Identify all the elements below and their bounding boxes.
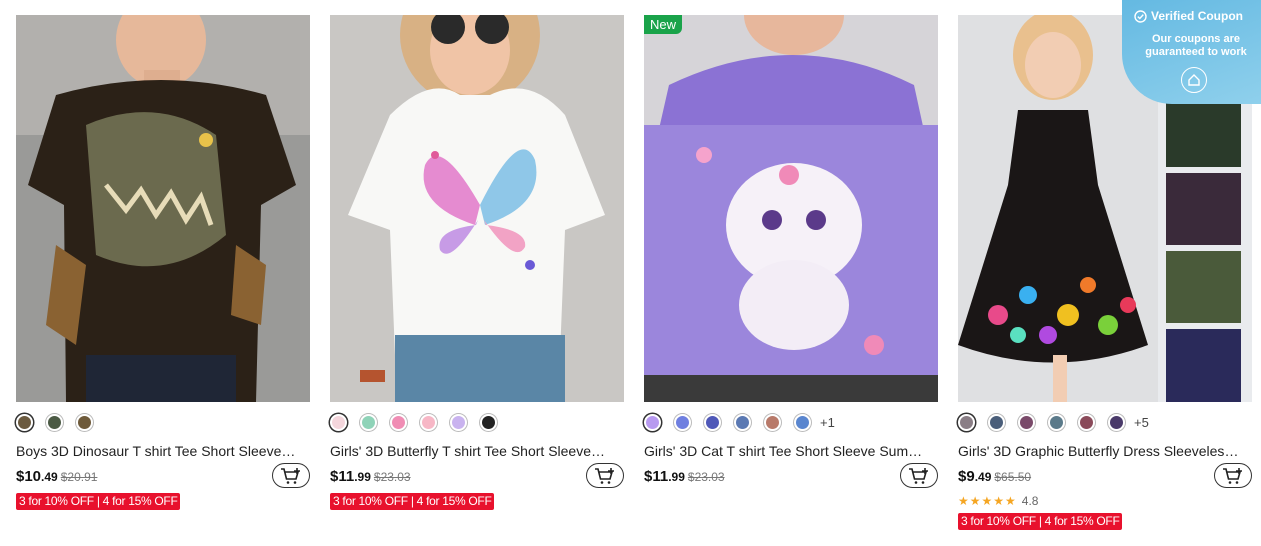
add-to-cart-button[interactable] (900, 463, 938, 488)
current-price: $11.99 (330, 468, 371, 485)
price-row: $9.49 $65.50 (958, 468, 1031, 488)
swatch-1[interactable] (46, 413, 63, 431)
coupon-title-text: Verified Coupon (1151, 9, 1244, 23)
rating: ★★★★★ 4.8 (958, 493, 1038, 509)
swatch-3[interactable] (1048, 413, 1065, 431)
swatch-0[interactable] (644, 413, 661, 431)
coupon-title: Verified Coupon (1134, 9, 1243, 23)
coupon-open-button[interactable] (1181, 67, 1207, 93)
verified-coupon-widget[interactable]: Verified Coupon Our coupons are guarante… (1122, 0, 1261, 104)
swatch-1[interactable] (674, 413, 691, 431)
product-image[interactable] (16, 15, 310, 402)
swatch-0[interactable] (16, 413, 33, 431)
price-row: $10.49 $20.91 (16, 468, 97, 488)
product-title[interactable]: Girls' 3D Cat T shirt Tee Short Sleeve S… (644, 442, 928, 460)
original-price: $20.91 (60, 470, 98, 484)
color-swatches (16, 412, 106, 432)
swatch-1[interactable] (360, 413, 377, 431)
more-swatches-count[interactable]: +1 (820, 415, 835, 430)
swatch-0[interactable] (958, 413, 975, 431)
original-price: $23.03 (373, 470, 411, 484)
swatch-2[interactable] (390, 413, 407, 431)
swatch-2[interactable] (1018, 413, 1035, 431)
star-rating-icon: ★★★★★ (958, 494, 1017, 508)
cart-plus-icon (281, 467, 300, 484)
original-price: $65.50 (994, 470, 1032, 484)
add-to-cart-button[interactable] (1214, 463, 1252, 488)
product-title[interactable]: Boys 3D Dinosaur T shirt Tee Short Sleev… (16, 442, 300, 460)
rating-value: 4.8 (1021, 494, 1039, 508)
coupon-subtitle: Our coupons are guaranteed to work (1145, 33, 1247, 58)
product-card-butterfly-tee[interactable]: Girls' 3D Butterfly T shirt Tee Short Sl… (330, 15, 624, 510)
swatch-2[interactable] (704, 413, 721, 431)
swatch-4[interactable] (450, 413, 467, 431)
current-price: $11.99 (644, 468, 685, 485)
swatch-5[interactable] (480, 413, 497, 431)
swatch-5[interactable] (794, 413, 811, 431)
product-image[interactable] (330, 15, 624, 402)
promo-badge: 3 for 10% OFF | 4 for 15% OFF (330, 493, 495, 510)
swatch-4[interactable] (1078, 413, 1095, 431)
swatch-1[interactable] (988, 413, 1005, 431)
swatch-2[interactable] (76, 413, 93, 431)
color-swatches: +1 (644, 412, 835, 432)
product-card-cat-tee[interactable]: New +1 Girls' 3D Cat T shirt Tee Short S… (644, 15, 938, 488)
promo-badge: 3 for 10% OFF | 4 for 15% OFF (958, 513, 1123, 530)
butterfly-tshirt-photo (330, 15, 624, 402)
cart-plus-icon (1223, 467, 1242, 484)
product-title[interactable]: Girls' 3D Graphic Butterfly Dress Sleeve… (958, 442, 1242, 460)
add-to-cart-button[interactable] (272, 463, 310, 488)
swatch-0[interactable] (330, 413, 347, 431)
more-swatches-count[interactable]: +5 (1134, 415, 1149, 430)
promo-badge: 3 for 10% OFF | 4 for 15% OFF (16, 493, 181, 510)
swatch-3[interactable] (734, 413, 751, 431)
add-to-cart-button[interactable] (586, 463, 624, 488)
original-price: $23.03 (687, 470, 725, 484)
swatch-5[interactable] (1108, 413, 1125, 431)
cart-plus-icon (595, 467, 614, 484)
current-price: $9.49 (958, 468, 992, 485)
cart-plus-icon (909, 467, 928, 484)
product-image[interactable]: New (644, 15, 938, 402)
color-swatches (330, 412, 510, 432)
tag-icon (1188, 74, 1200, 86)
check-circle-icon (1134, 9, 1147, 23)
dinosaur-tshirt-photo (16, 15, 310, 402)
cat-tshirt-photo (644, 15, 938, 402)
swatch-3[interactable] (420, 413, 437, 431)
price-row: $11.99 $23.03 (644, 468, 725, 488)
color-swatches: +5 (958, 412, 1149, 432)
product-card-dinosaur[interactable]: Boys 3D Dinosaur T shirt Tee Short Sleev… (16, 15, 310, 510)
new-badge: New (644, 15, 683, 34)
swatch-4[interactable] (764, 413, 781, 431)
product-title[interactable]: Girls' 3D Butterfly T shirt Tee Short Sl… (330, 442, 614, 460)
price-row: $11.99 $23.03 (330, 468, 411, 488)
current-price: $10.49 (16, 468, 58, 485)
